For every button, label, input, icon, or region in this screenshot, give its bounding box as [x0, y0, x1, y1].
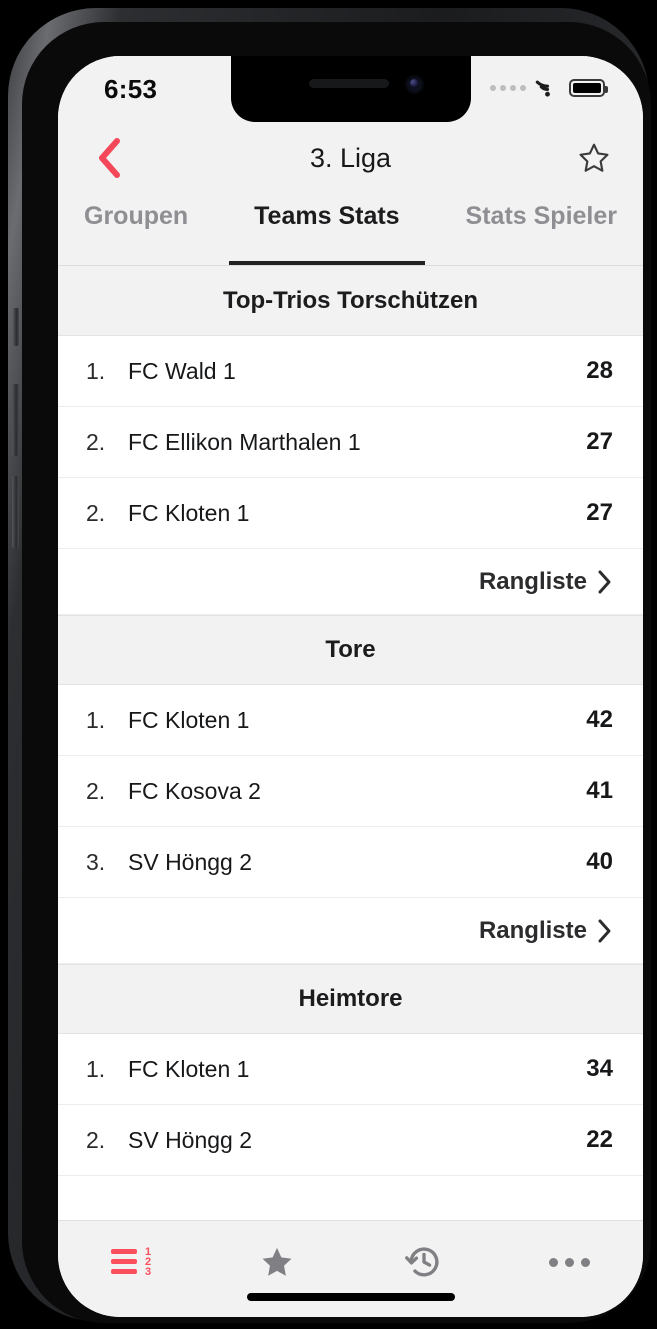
rangliste-label: Rangliste: [479, 568, 587, 596]
tab-underline: [229, 261, 425, 265]
tabbar-item-ranking[interactable]: 1 2 3: [58, 1237, 204, 1287]
page-title: 3. Liga: [310, 143, 391, 174]
row-value: 27: [586, 428, 613, 456]
signal-dots-icon: [490, 85, 526, 91]
row-rank: 3.: [86, 849, 128, 876]
table-row[interactable]: 1. FC Kloten 1 34: [58, 1034, 643, 1105]
favorite-button[interactable]: [571, 135, 617, 181]
row-rank: 1.: [86, 358, 128, 385]
status-bar-indicators: [490, 78, 605, 97]
tabbar-item-favorites[interactable]: [204, 1237, 350, 1287]
row-team-name: SV Höngg 2: [128, 849, 586, 876]
row-rank: 1.: [86, 707, 128, 734]
more-dots-icon: [549, 1258, 590, 1267]
ranking-list-icon: 1 2 3: [111, 1246, 151, 1278]
tab-teams-stats[interactable]: Teams Stats: [254, 194, 399, 265]
tab-groupen[interactable]: Groupen: [84, 194, 188, 265]
row-rank: 2.: [86, 778, 128, 805]
table-row[interactable]: 2. FC Kloten 1 27: [58, 478, 643, 549]
table-row[interactable]: 2. SV Höngg 2 22: [58, 1105, 643, 1176]
row-value: 40: [586, 848, 613, 876]
section-title: Heimtore: [298, 985, 402, 1013]
row-value: 42: [586, 706, 613, 734]
section-header-tore: Tore: [58, 615, 643, 685]
row-team-name: FC Kosova 2: [128, 778, 586, 805]
row-team-name: FC Kloten 1: [128, 500, 586, 527]
table-row[interactable]: 1. FC Kloten 1 42: [58, 685, 643, 756]
rank-number: 3: [145, 1267, 151, 1278]
volume-up-button[interactable]: [12, 384, 19, 456]
row-team-name: FC Kloten 1: [128, 707, 586, 734]
silent-switch[interactable]: [13, 308, 19, 346]
row-team-name: FC Wald 1: [128, 358, 586, 385]
section-title: Top-Trios Torschützen: [223, 287, 478, 315]
row-team-name: FC Ellikon Marthalen 1: [128, 429, 586, 456]
section-header-heimtore: Heimtore: [58, 964, 643, 1034]
wifi-icon: [535, 78, 560, 97]
tab-stats-spieler[interactable]: Stats Spieler: [466, 194, 617, 265]
history-clock-icon: [405, 1243, 443, 1281]
stats-list[interactable]: Top-Trios Torschützen 1. FC Wald 1 28 2.…: [58, 266, 643, 1220]
table-row[interactable]: 2. FC Ellikon Marthalen 1 27: [58, 407, 643, 478]
star-outline-icon: [577, 141, 611, 175]
speaker-grille-icon: [309, 79, 389, 88]
nav-bar: 3. Liga: [58, 122, 643, 194]
row-value: 27: [586, 499, 613, 527]
home-indicator[interactable]: [247, 1293, 455, 1301]
tab-label: Groupen: [84, 202, 188, 231]
back-button[interactable]: [86, 135, 132, 181]
star-filled-icon: [259, 1244, 295, 1280]
volume-down-button[interactable]: [12, 476, 19, 548]
notch: [231, 56, 471, 122]
tabbar-item-history[interactable]: [351, 1237, 497, 1287]
row-team-name: FC Kloten 1: [128, 1056, 586, 1083]
rangliste-label: Rangliste: [479, 917, 587, 945]
table-row[interactable]: 1. FC Wald 1 28: [58, 336, 643, 407]
phone-screen: 6:53: [58, 56, 643, 1317]
rangliste-link[interactable]: Rangliste: [58, 549, 643, 615]
row-value: 28: [586, 357, 613, 385]
bottom-tab-bar: 1 2 3: [58, 1220, 643, 1317]
segment-tabs: Groupen Teams Stats Stats Spieler: [58, 194, 643, 266]
status-bar-time: 6:53: [104, 74, 157, 105]
screenshot-root: 6:53: [0, 0, 657, 1329]
table-row[interactable]: 2. FC Kosova 2 41: [58, 756, 643, 827]
phone-bezel: 6:53: [22, 22, 651, 1323]
tab-label: Teams Stats: [254, 202, 399, 231]
battery-full-icon: [569, 79, 605, 97]
tabbar-item-more[interactable]: [497, 1237, 643, 1287]
section-header-top-trios: Top-Trios Torschützen: [58, 266, 643, 336]
table-row[interactable]: 3. SV Höngg 2 40: [58, 827, 643, 898]
row-value: 34: [586, 1055, 613, 1083]
rangliste-link[interactable]: Rangliste: [58, 898, 643, 964]
section-title: Tore: [325, 636, 375, 664]
row-team-name: SV Höngg 2: [128, 1127, 586, 1154]
front-camera-icon: [405, 75, 424, 94]
row-rank: 2.: [86, 1127, 128, 1154]
row-value: 22: [586, 1126, 613, 1154]
row-rank: 1.: [86, 1056, 128, 1083]
row-rank: 2.: [86, 429, 128, 456]
row-rank: 2.: [86, 500, 128, 527]
phone-frame: 6:53: [8, 8, 649, 1321]
chevron-right-icon: [597, 569, 613, 595]
tab-label: Stats Spieler: [466, 202, 617, 231]
row-value: 41: [586, 777, 613, 805]
chevron-right-icon: [597, 918, 613, 944]
